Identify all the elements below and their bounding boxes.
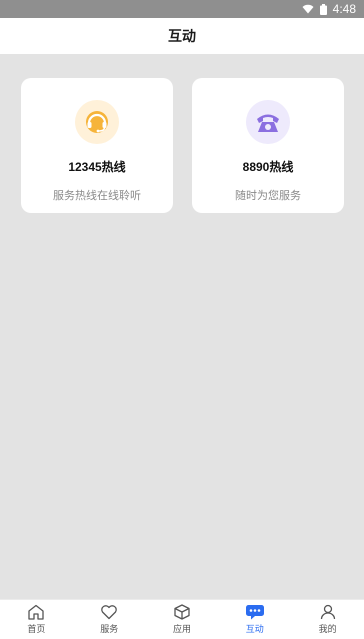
heart-icon	[100, 604, 118, 620]
wifi-icon	[302, 4, 314, 14]
hotline-12345-title: 12345热线	[68, 160, 126, 174]
tab-interact[interactable]: 互动	[218, 600, 291, 639]
tab-apps-label: 应用	[172, 624, 191, 634]
tab-home-label: 首页	[27, 624, 46, 634]
tab-profile-label: 我的	[318, 624, 337, 634]
tab-profile[interactable]: 我的	[291, 600, 364, 639]
hotline-12345-card[interactable]: 12345热线 服务热线在线聆听	[21, 78, 173, 213]
cube-icon	[173, 604, 191, 620]
person-icon	[319, 604, 337, 620]
hotline-8890-subtitle: 随时为您服务	[235, 190, 301, 202]
hotline-8890-title: 8890热线	[242, 160, 294, 174]
tab-service-label: 服务	[100, 624, 119, 634]
tab-interact-label: 互动	[245, 624, 264, 634]
status-bar: 4:48	[0, 0, 364, 18]
tab-apps[interactable]: 应用	[146, 600, 219, 639]
status-time: 4:48	[332, 2, 356, 16]
hotline-12345-subtitle: 服务热线在线聆听	[53, 190, 141, 202]
telephone-icon	[246, 100, 290, 144]
app-header: 互动	[0, 18, 364, 54]
bottom-tab-bar: 首页 服务 应用 互动 我的	[0, 599, 364, 639]
tab-home[interactable]: 首页	[0, 600, 73, 639]
chat-icon	[245, 604, 265, 620]
main-content: 12345热线 服务热线在线聆听 8890热线 随时为您服务	[0, 54, 364, 599]
page-title: 互动	[168, 28, 196, 44]
battery-icon	[319, 3, 327, 15]
home-icon	[27, 604, 45, 620]
hotline-8890-card[interactable]: 8890热线 随时为您服务	[192, 78, 344, 213]
headset-icon	[75, 100, 119, 144]
tab-service[interactable]: 服务	[73, 600, 146, 639]
